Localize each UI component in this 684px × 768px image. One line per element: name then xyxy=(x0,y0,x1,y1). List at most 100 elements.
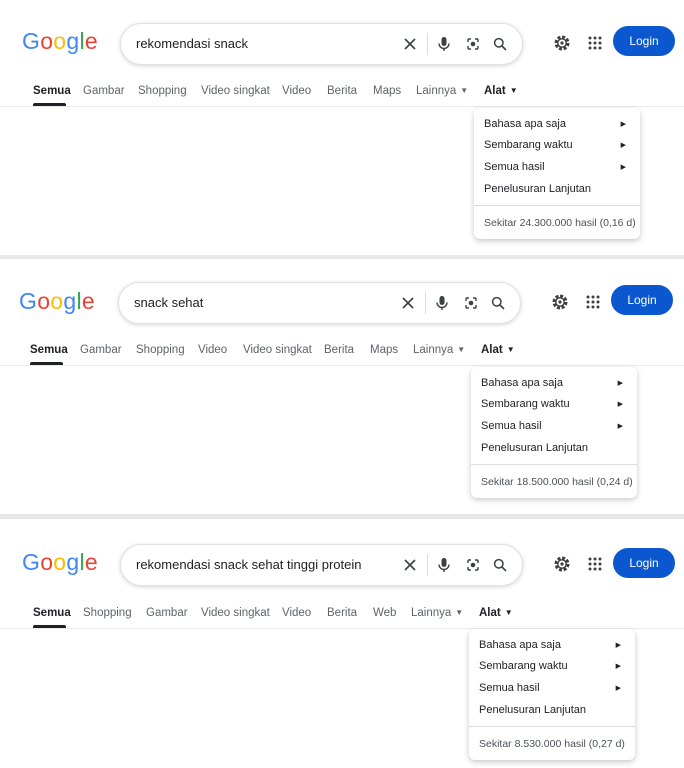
caret-down-icon: ▼ xyxy=(506,345,515,354)
search-results-panel: Google rekomendasi snack sehat tinggi pr… xyxy=(0,519,684,768)
arrow-right-icon: ▶ xyxy=(617,401,623,408)
google-logo[interactable]: Google xyxy=(19,288,95,315)
tab-maps[interactable]: Maps xyxy=(373,85,401,97)
search-tabs: Semua Gambar Shopping Video Video singka… xyxy=(0,344,684,366)
lens-icon[interactable] xyxy=(462,294,480,312)
tab-shopping[interactable]: Shopping xyxy=(138,85,187,97)
tab-more-label: Lainnya xyxy=(413,344,454,356)
tab-tools-label: Alat xyxy=(484,85,506,97)
arrow-right-icon: ▶ xyxy=(617,380,623,387)
arrow-right-icon: ▶ xyxy=(615,685,621,692)
search-icon[interactable] xyxy=(491,35,509,53)
menu-item-results[interactable]: Semua hasil xyxy=(481,420,542,432)
tab-gambar[interactable]: Gambar xyxy=(146,607,188,619)
search-box[interactable]: snack sehat xyxy=(118,282,521,324)
mic-icon[interactable] xyxy=(435,556,453,574)
clear-icon[interactable] xyxy=(401,556,419,574)
search-icon[interactable] xyxy=(491,556,509,574)
tab-shopping[interactable]: Shopping xyxy=(136,344,185,356)
login-button[interactable]: Login xyxy=(613,26,675,56)
lens-icon[interactable] xyxy=(464,35,482,53)
menu-item-language[interactable]: Bahasa apa saja xyxy=(479,639,561,651)
menu-item-time[interactable]: Sembarang waktu xyxy=(479,660,568,672)
menu-item-time[interactable]: Sembarang waktu xyxy=(484,139,573,151)
tools-dropdown: Bahasa apa saja ▶ Sembarang waktu ▶ Semu… xyxy=(474,108,640,239)
menu-item-language[interactable]: Bahasa apa saja xyxy=(481,377,563,389)
apps-icon[interactable] xyxy=(586,555,604,573)
tab-berita[interactable]: Berita xyxy=(324,344,354,356)
tab-web[interactable]: Web xyxy=(373,607,396,619)
tab-shopping[interactable]: Shopping xyxy=(83,607,132,619)
search-results-panel: Google rekomendasi snack Login Semua Gam… xyxy=(0,0,684,255)
mic-icon[interactable] xyxy=(433,294,451,312)
tab-video[interactable]: Video xyxy=(282,85,311,97)
result-stats: Sekitar 24.300.000 hasil (0,16 d) xyxy=(484,217,636,229)
menu-item-results[interactable]: Semua hasil xyxy=(479,682,540,694)
login-button[interactable]: Login xyxy=(613,548,675,578)
tab-tools-label: Alat xyxy=(481,344,503,356)
menu-item-results[interactable]: Semua hasil xyxy=(484,161,545,173)
tab-semua[interactable]: Semua xyxy=(30,344,68,356)
tab-gambar[interactable]: Gambar xyxy=(80,344,122,356)
tab-maps[interactable]: Maps xyxy=(370,344,398,356)
search-input[interactable]: snack sehat xyxy=(134,295,203,310)
search-divider xyxy=(427,554,428,576)
tab-video-singkat[interactable]: Video singkat xyxy=(201,607,270,619)
search-input[interactable]: rekomendasi snack sehat tinggi protein xyxy=(136,557,361,572)
tab-berita[interactable]: Berita xyxy=(327,607,357,619)
menu-divider xyxy=(474,205,640,206)
apps-icon[interactable] xyxy=(586,34,604,52)
tab-gambar[interactable]: Gambar xyxy=(83,85,125,97)
tools-dropdown: Bahasa apa saja ▶ Sembarang waktu ▶ Semu… xyxy=(471,367,637,498)
google-logo[interactable]: Google xyxy=(22,549,98,576)
search-box[interactable]: rekomendasi snack xyxy=(120,23,523,65)
gear-icon[interactable] xyxy=(553,34,571,52)
tab-more[interactable]: Lainnya ▼ xyxy=(413,344,465,356)
search-box[interactable]: rekomendasi snack sehat tinggi protein xyxy=(120,544,523,586)
clear-icon[interactable] xyxy=(399,294,417,312)
search-results-panel: Google snack sehat Login Semua Gambar Sh… xyxy=(0,259,684,514)
arrow-right-icon: ▶ xyxy=(620,121,626,128)
gear-icon[interactable] xyxy=(553,555,571,573)
menu-item-language[interactable]: Bahasa apa saja xyxy=(484,118,566,130)
search-tabs: Semua Shopping Gambar Video singkat Vide… xyxy=(0,607,684,629)
search-divider xyxy=(427,33,428,55)
tab-more[interactable]: Lainnya ▼ xyxy=(416,85,468,97)
gear-icon[interactable] xyxy=(551,293,569,311)
google-logo[interactable]: Google xyxy=(22,28,98,55)
tab-video-singkat[interactable]: Video singkat xyxy=(201,85,270,97)
tab-semua[interactable]: Semua xyxy=(33,85,71,97)
mic-icon[interactable] xyxy=(435,35,453,53)
arrow-right-icon: ▶ xyxy=(615,642,621,649)
menu-item-advanced-search[interactable]: Penelusuran Lanjutan xyxy=(484,183,591,195)
menu-item-advanced-search[interactable]: Penelusuran Lanjutan xyxy=(479,704,586,716)
arrow-right-icon: ▶ xyxy=(617,423,623,430)
tab-more-label: Lainnya xyxy=(411,607,452,619)
caret-down-icon: ▼ xyxy=(455,608,464,617)
tab-video[interactable]: Video xyxy=(198,344,227,356)
search-divider xyxy=(425,292,426,314)
tab-tools[interactable]: Alat ▼ xyxy=(481,344,515,356)
arrow-right-icon: ▶ xyxy=(615,663,621,670)
tab-tools[interactable]: Alat ▼ xyxy=(484,85,518,97)
search-input[interactable]: rekomendasi snack xyxy=(136,36,248,51)
clear-icon[interactable] xyxy=(401,35,419,53)
menu-item-advanced-search[interactable]: Penelusuran Lanjutan xyxy=(481,442,588,454)
tab-more[interactable]: Lainnya ▼ xyxy=(411,607,463,619)
tab-semua[interactable]: Semua xyxy=(33,607,71,619)
caret-down-icon: ▼ xyxy=(460,86,469,95)
caret-down-icon: ▼ xyxy=(504,608,513,617)
lens-icon[interactable] xyxy=(464,556,482,574)
menu-item-time[interactable]: Sembarang waktu xyxy=(481,398,570,410)
tab-tools[interactable]: Alat ▼ xyxy=(479,607,513,619)
tabs-divider xyxy=(0,365,684,366)
search-tabs: Semua Gambar Shopping Video singkat Vide… xyxy=(0,85,684,107)
tab-video-singkat[interactable]: Video singkat xyxy=(243,344,312,356)
tab-video[interactable]: Video xyxy=(282,607,311,619)
result-stats: Sekitar 8.530.000 hasil (0,27 d) xyxy=(479,738,625,750)
apps-icon[interactable] xyxy=(584,293,602,311)
search-icon[interactable] xyxy=(489,294,507,312)
menu-divider xyxy=(471,464,637,465)
tab-berita[interactable]: Berita xyxy=(327,85,357,97)
login-button[interactable]: Login xyxy=(611,285,673,315)
